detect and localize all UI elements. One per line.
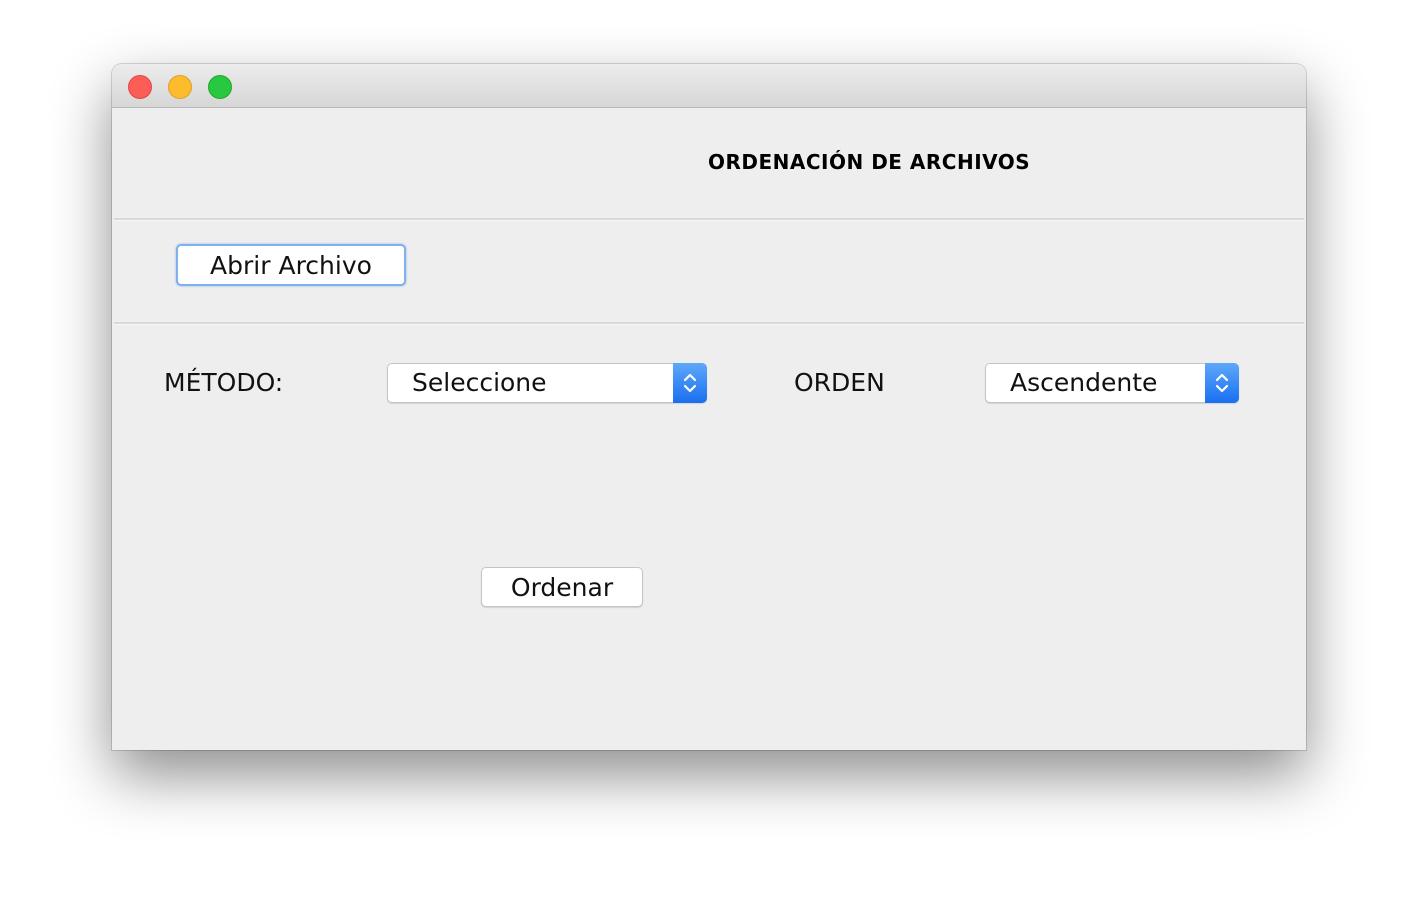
order-select-value: Ascendente (1010, 368, 1158, 397)
open-file-button[interactable]: Abrir Archivo (176, 244, 406, 286)
method-select[interactable]: Seleccione (387, 363, 707, 403)
page-title: ORDENACIÓN DE ARCHIVOS (708, 150, 1031, 174)
order-select[interactable]: Ascendente (985, 363, 1239, 403)
method-label: MÉTODO: (164, 368, 284, 397)
app-window: ORDENACIÓN DE ARCHIVOS Abrir Archivo MÉT… (112, 64, 1306, 750)
zoom-window-button[interactable] (208, 75, 232, 99)
method-select-arrow[interactable] (673, 363, 707, 403)
title-bar[interactable] (112, 64, 1306, 108)
file-separator (114, 322, 1304, 325)
close-window-button[interactable] (128, 75, 152, 99)
chevron-up-down-icon (1215, 373, 1229, 393)
order-label: ORDEN (794, 368, 885, 397)
order-select-arrow[interactable] (1205, 363, 1239, 403)
chevron-up-down-icon (683, 373, 697, 393)
minimize-window-button[interactable] (168, 75, 192, 99)
method-select-value: Seleccione (412, 368, 547, 397)
header-separator (114, 218, 1304, 221)
sort-button[interactable]: Ordenar (481, 567, 643, 607)
